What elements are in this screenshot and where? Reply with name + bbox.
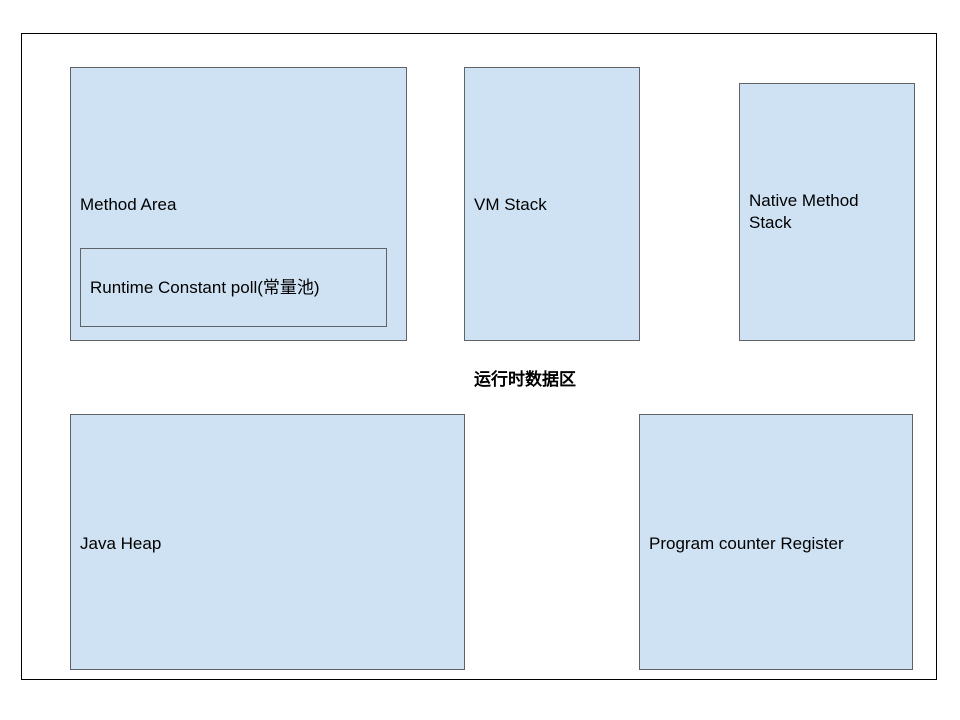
vm-stack-box: VM Stack — [464, 67, 640, 341]
program-counter-register-box: Program counter Register — [639, 414, 913, 670]
vm-stack-label: VM Stack — [474, 195, 547, 214]
method-area-box: Method Area Runtime Constant poll(常量池) — [70, 67, 407, 341]
native-method-stack-box: Native Method Stack — [739, 83, 915, 341]
runtime-constant-pool-label: Runtime Constant poll(常量池) — [90, 278, 320, 297]
java-heap-label: Java Heap — [80, 534, 162, 553]
native-method-stack-label: Native Method Stack — [749, 191, 859, 232]
runtime-constant-pool-box: Runtime Constant poll(常量池) — [80, 248, 387, 327]
program-counter-register-label: Program counter Register — [649, 534, 844, 553]
runtime-data-area-title: 运行时数据区 — [474, 370, 576, 389]
java-heap-box: Java Heap — [70, 414, 465, 670]
method-area-label: Method Area — [80, 195, 177, 214]
